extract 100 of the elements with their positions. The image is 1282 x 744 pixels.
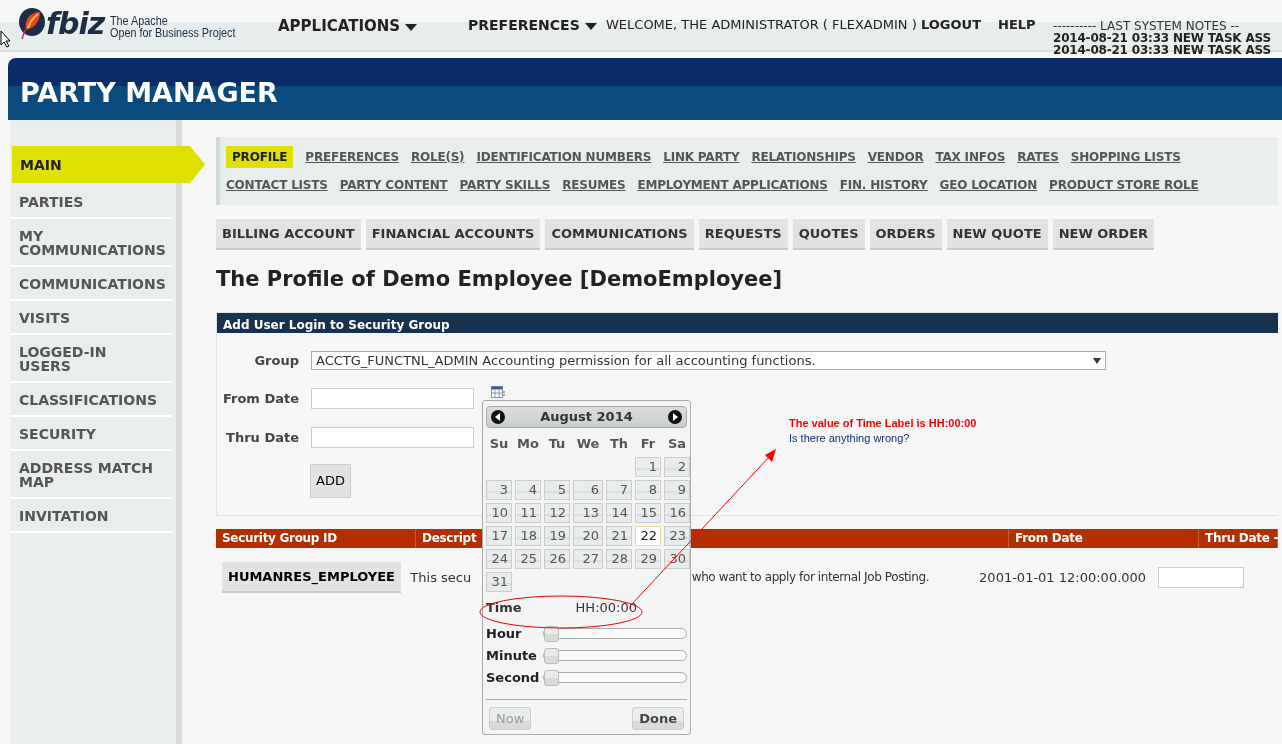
tab[interactable]: TAX INFOS (935, 146, 1006, 168)
note-line: 2014-08-21 03:33 NEW TASK ASS (1053, 32, 1272, 44)
group-id-button[interactable]: HUMANRES_EMPLOYEE (222, 562, 401, 593)
weekday-label: Fr (639, 435, 657, 453)
day-cell[interactable]: 24 (486, 549, 512, 569)
caret-icon (583, 21, 598, 31)
tab[interactable]: ROLE(S) (410, 146, 465, 168)
slider-label: Hour (486, 624, 523, 643)
sidebar-item[interactable]: CLASSIFICATIONS (10, 383, 172, 417)
tab[interactable]: PROFILE (226, 146, 294, 168)
day-cell[interactable]: 28 (606, 549, 632, 569)
sidebar-item[interactable]: SECURITY (10, 417, 172, 451)
tab[interactable]: SHOPPING LISTS (1070, 146, 1181, 168)
day-cell[interactable]: 1 (635, 457, 661, 477)
app-title: PARTY MANAGER (20, 76, 278, 110)
menu-link[interactable]: LOGOUT (921, 15, 982, 35)
tab[interactable]: PARTY CONTENT (339, 174, 448, 196)
tab[interactable]: VENDOR (867, 146, 924, 168)
sidebar-item[interactable]: VISITS (10, 301, 172, 335)
slider-thumb[interactable] (544, 626, 560, 642)
date-field[interactable] (1158, 567, 1244, 588)
slider-thumb[interactable] (544, 648, 560, 664)
previous-icon[interactable] (491, 410, 505, 424)
tab[interactable]: RELATIONSHIPS (751, 146, 856, 168)
day-cell[interactable]: 29 (635, 549, 661, 569)
weekday-label: Th (608, 435, 630, 453)
day-cell[interactable]: 31 (486, 572, 512, 592)
field-label: From Date (221, 389, 299, 408)
day-cell[interactable]: 10 (486, 503, 512, 523)
menu-dropdown[interactable]: PREFERENCES (468, 15, 598, 36)
tab[interactable]: EMPLOYMENT APPLICATIONS (637, 174, 828, 196)
date-field[interactable] (311, 427, 474, 448)
day-cell[interactable]: 13 (573, 503, 603, 523)
day-cell[interactable]: 14 (606, 503, 632, 523)
day-cell[interactable]: 9 (664, 480, 690, 500)
day-cell[interactable]: 19 (544, 526, 570, 546)
table-cell-text: This secu (410, 568, 472, 587)
action-button[interactable]: NEW QUOTE (946, 219, 1048, 250)
calendar-icon[interactable] (491, 385, 505, 398)
day-cell[interactable]: 18 (515, 526, 541, 546)
tab[interactable]: LINK PARTY (663, 146, 740, 168)
action-button[interactable]: COMMUNICATIONS (545, 219, 694, 250)
day-cell[interactable]: 5 (544, 480, 570, 500)
tab[interactable]: PREFERENCES (305, 146, 399, 168)
action-button[interactable]: QUOTES (792, 219, 865, 250)
tab[interactable]: IDENTIFICATION NUMBERS (476, 146, 652, 168)
sidebar-item[interactable]: PARTIES (10, 185, 172, 219)
sidebar-item[interactable]: MAIN (12, 146, 205, 183)
day-cell[interactable]: 4 (515, 480, 541, 500)
tab[interactable]: PARTY SKILLS (459, 174, 551, 196)
add-button[interactable]: ADD (310, 464, 351, 498)
tab[interactable]: FIN. HISTORY (839, 174, 928, 196)
tab[interactable]: RATES (1017, 146, 1059, 168)
day-cell[interactable]: 26 (544, 549, 570, 569)
day-cell[interactable]: 16 (664, 503, 690, 523)
slider-thumb[interactable] (544, 670, 560, 686)
menu-dropdown[interactable]: APPLICATIONS (278, 15, 419, 38)
slider-label: Second (486, 668, 541, 687)
day-cell[interactable]: 23 (664, 526, 690, 546)
day-cell[interactable]: 6 (573, 480, 603, 500)
sidebar-item[interactable]: MY COMMUNICATIONS (10, 219, 172, 267)
annotation-text: Is there anything wrong? (789, 431, 911, 446)
day-cell[interactable]: 8 (635, 480, 661, 500)
sidebar-item[interactable]: INVITATION (10, 499, 172, 533)
day-cell[interactable]: 15 (635, 503, 661, 523)
action-button[interactable]: REQUESTS (698, 219, 788, 250)
day-cell[interactable]: 3 (486, 480, 512, 500)
menu-link[interactable]: HELP (998, 15, 1036, 35)
day-cell[interactable]: 17 (486, 526, 512, 546)
action-button[interactable]: ORDERS (869, 219, 942, 250)
action-button[interactable]: FINANCIAL ACCOUNTS (365, 219, 541, 250)
day-cell[interactable]: 25 (515, 549, 541, 569)
calendar-button[interactable]: Done (632, 706, 684, 730)
day-cell[interactable]: 27 (573, 549, 603, 569)
action-button[interactable]: BILLING ACCOUNT (216, 219, 361, 250)
sidebar-item[interactable]: COMMUNICATIONS (10, 267, 172, 301)
field-label: Thru Date (225, 428, 299, 447)
next-icon[interactable] (668, 410, 682, 424)
time-value: HH:00:00 (575, 599, 637, 617)
tab[interactable]: CONTACT LISTS (226, 174, 328, 196)
day-cell[interactable]: 2 (664, 457, 690, 477)
group-select[interactable]: ACCTG_FUNCTNL_ADMIN Accounting permission for all accounting functions. (311, 350, 1106, 370)
action-button[interactable]: NEW ORDER (1052, 219, 1155, 250)
day-cell[interactable]: 21 (606, 526, 632, 546)
weekday-label: Su (488, 435, 510, 453)
day-cell[interactable]: 20 (573, 526, 603, 546)
tagline: The Apache Open for Business Project (110, 15, 236, 39)
notes-title: ---------- LAST SYSTEM NOTES -- (1053, 20, 1241, 32)
day-cell[interactable]: 12 (544, 503, 570, 523)
day-cell[interactable]: 22 (635, 526, 661, 546)
date-field[interactable] (311, 388, 474, 409)
day-cell[interactable]: 7 (606, 480, 632, 500)
caret-icon (1093, 357, 1101, 364)
sidebar-item[interactable]: LOGGED-IN USERS (10, 335, 172, 383)
sidebar-item[interactable]: ADDRESS MATCH MAP (10, 451, 172, 499)
tab[interactable]: PRODUCT STORE ROLE (1049, 174, 1199, 196)
weekday-label: We (575, 435, 601, 453)
day-cell[interactable]: 11 (515, 503, 541, 523)
tab[interactable]: RESUMES (562, 174, 626, 196)
tab[interactable]: GEO LOCATION (939, 174, 1038, 196)
